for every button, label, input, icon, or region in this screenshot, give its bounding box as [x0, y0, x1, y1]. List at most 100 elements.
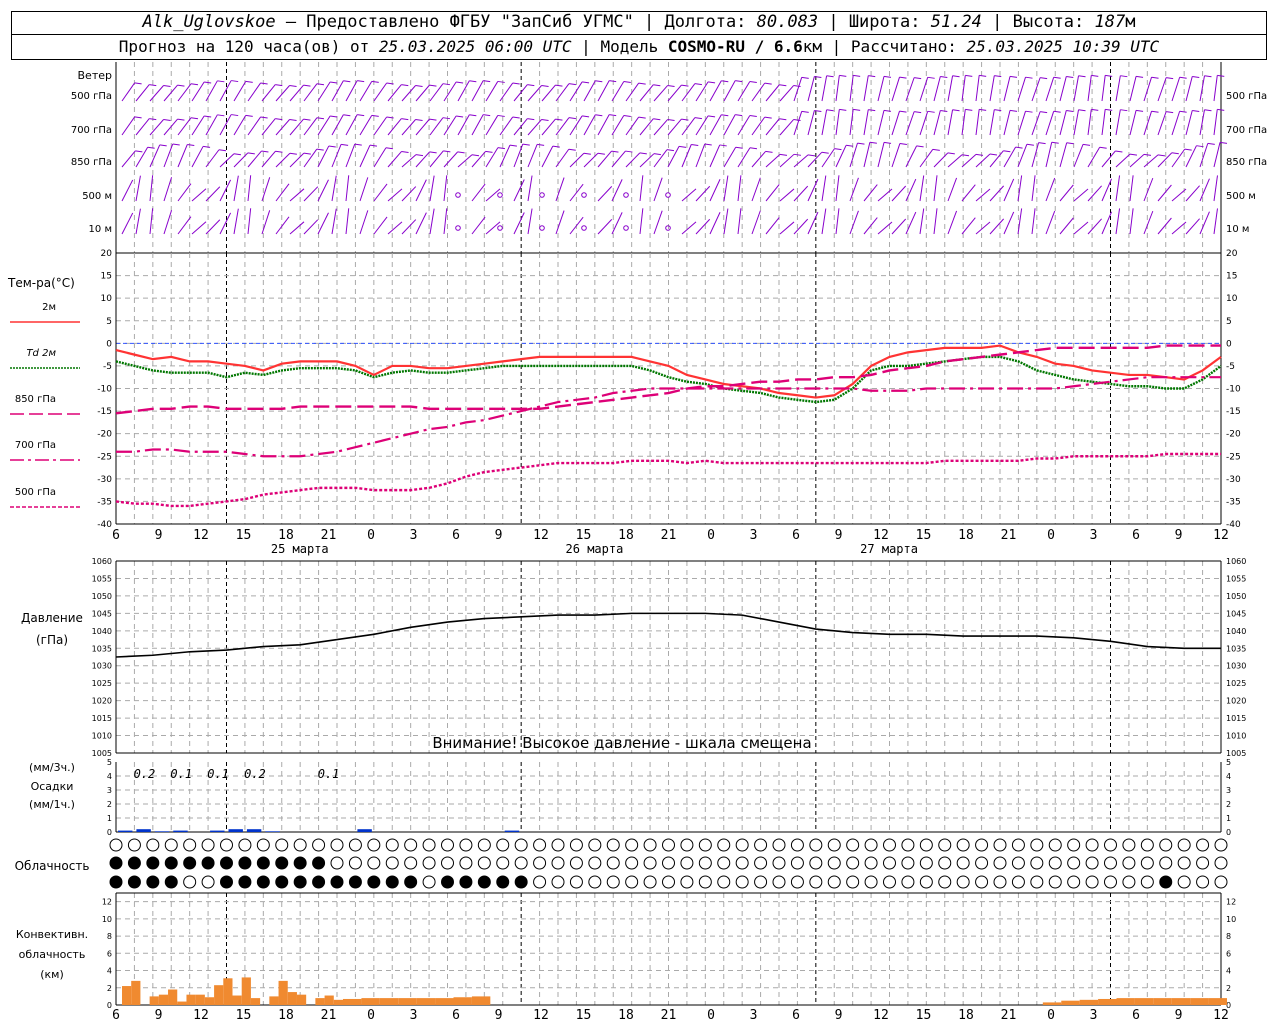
wind-barb-flag: [597, 152, 605, 155]
wind-barb: [359, 81, 373, 102]
time-tick-label: 3: [1090, 528, 1098, 543]
wind-barb-flag: [678, 145, 687, 148]
pressure-tick-right: 1035: [1226, 644, 1246, 653]
cloud-symbol: [1067, 856, 1081, 870]
wind-barb: [247, 175, 252, 202]
wind-barb: [261, 118, 276, 136]
wind-barb: [1031, 175, 1036, 202]
time-tick-label: 9: [1175, 528, 1183, 543]
conv-bar: [1171, 998, 1191, 1005]
wind-barb: [947, 210, 958, 235]
wind-barb: [807, 151, 823, 168]
conv-bar: [1153, 998, 1172, 1005]
wind-barb: [471, 80, 484, 102]
cloud-symbol: [201, 875, 215, 889]
cloud-symbol: [1104, 875, 1117, 889]
cloud-symbol: [275, 875, 289, 889]
wind-barb-flag: [1091, 74, 1099, 77]
wind-barb-flag: [1015, 146, 1023, 149]
wind-barb: [1031, 111, 1041, 136]
wind-barb-flag: [868, 109, 876, 112]
wind-level-label: 10 м: [89, 224, 112, 235]
wind-barb: [723, 80, 736, 102]
time-tick-label-bottom: 6: [452, 1008, 460, 1023]
wind-barb-flag: [1135, 109, 1144, 112]
cloud-symbol: [477, 875, 491, 889]
wind-barb: [1129, 175, 1134, 202]
cloud-symbol: [348, 838, 362, 852]
wind-barb-flag: [217, 80, 225, 83]
cloud-symbol: [1011, 838, 1025, 852]
wind-barb: [709, 179, 721, 202]
cloud-symbol: [754, 856, 768, 870]
wind-level-label: 500 м: [82, 191, 112, 202]
cloud-symbol: [330, 856, 344, 870]
cloud-symbol: [293, 875, 307, 889]
wind-barb: [821, 175, 827, 202]
wind-barb-flag: [899, 142, 907, 145]
pressure-tick-right: 1020: [1226, 697, 1246, 706]
conv-bar: [416, 998, 436, 1005]
temp-tick-left: -40: [97, 520, 112, 530]
cloud-symbol: [514, 875, 528, 889]
wind-barb: [737, 115, 751, 136]
temp-tick-right: -10: [1226, 385, 1241, 395]
precip-label: 0.2: [134, 767, 156, 781]
conv-bar: [324, 995, 334, 1005]
precip-tick-left: 2: [107, 800, 112, 809]
wind-barb: [569, 152, 585, 168]
wind-barb-flag: [1025, 76, 1033, 79]
wind-barb: [779, 221, 795, 235]
wind-barb: [947, 177, 958, 202]
wind-barb: [471, 114, 484, 136]
wind-barb: [751, 151, 766, 168]
wind-barb-flag: [807, 154, 816, 157]
wind-barb: [723, 114, 736, 136]
conv-tick-left: 6: [107, 949, 112, 958]
wind-barb: [429, 83, 444, 102]
wind-barb: [625, 152, 641, 168]
cloud-symbol: [533, 856, 547, 870]
time-tick-label-bottom: 12: [193, 1008, 209, 1023]
temp-tick-right: 20: [1226, 249, 1238, 259]
time-tick-label-bottom: 18: [618, 1008, 634, 1023]
wind-barb-flag: [1166, 111, 1174, 114]
wind-barb-flag: [512, 116, 520, 119]
wind-barb-flag: [721, 80, 729, 83]
pressure-tick-right: 1015: [1226, 714, 1246, 723]
conv-bar: [1190, 998, 1209, 1005]
wind-barb-flag: [1179, 76, 1187, 79]
wind-barb: [653, 210, 663, 235]
temp-legend-label: Td 2м: [26, 348, 56, 359]
temp-tick-left: -5: [103, 362, 112, 372]
wind-barb: [863, 109, 869, 136]
wind-barb: [261, 210, 271, 235]
time-tick-label-bottom: 9: [155, 1008, 163, 1023]
cloud-symbol: [827, 875, 841, 889]
wind-barb-flag: [947, 152, 955, 155]
cloud-symbol: [164, 838, 178, 852]
wind-barb-flag: [371, 80, 379, 83]
wind-barb: [765, 84, 780, 102]
wind-barb: [1115, 175, 1121, 202]
cloud-symbol: [1177, 856, 1191, 870]
wind-barb: [863, 75, 869, 102]
cloud-symbol: [220, 856, 233, 870]
wind-barb-flag: [537, 143, 545, 146]
cloud-symbol: [551, 838, 565, 852]
time-tick-label-bottom: 9: [495, 1008, 503, 1023]
cloud-symbol: [238, 856, 252, 870]
precip-bar: [136, 829, 151, 832]
cloud-symbol: [1048, 856, 1062, 870]
wind-barb: [1101, 150, 1116, 168]
cloud-symbol: [625, 875, 639, 889]
wind-barb: [709, 212, 721, 235]
cloud-symbol: [1030, 838, 1044, 852]
wind-barb-flag: [260, 82, 268, 85]
wind-barb: [149, 85, 164, 102]
wind-barb: [1073, 75, 1080, 102]
wind-barb-flag: [343, 80, 351, 83]
wind-barb: [1143, 210, 1154, 235]
precip-label: 0.1: [170, 767, 192, 781]
wind-barb: [387, 84, 402, 102]
